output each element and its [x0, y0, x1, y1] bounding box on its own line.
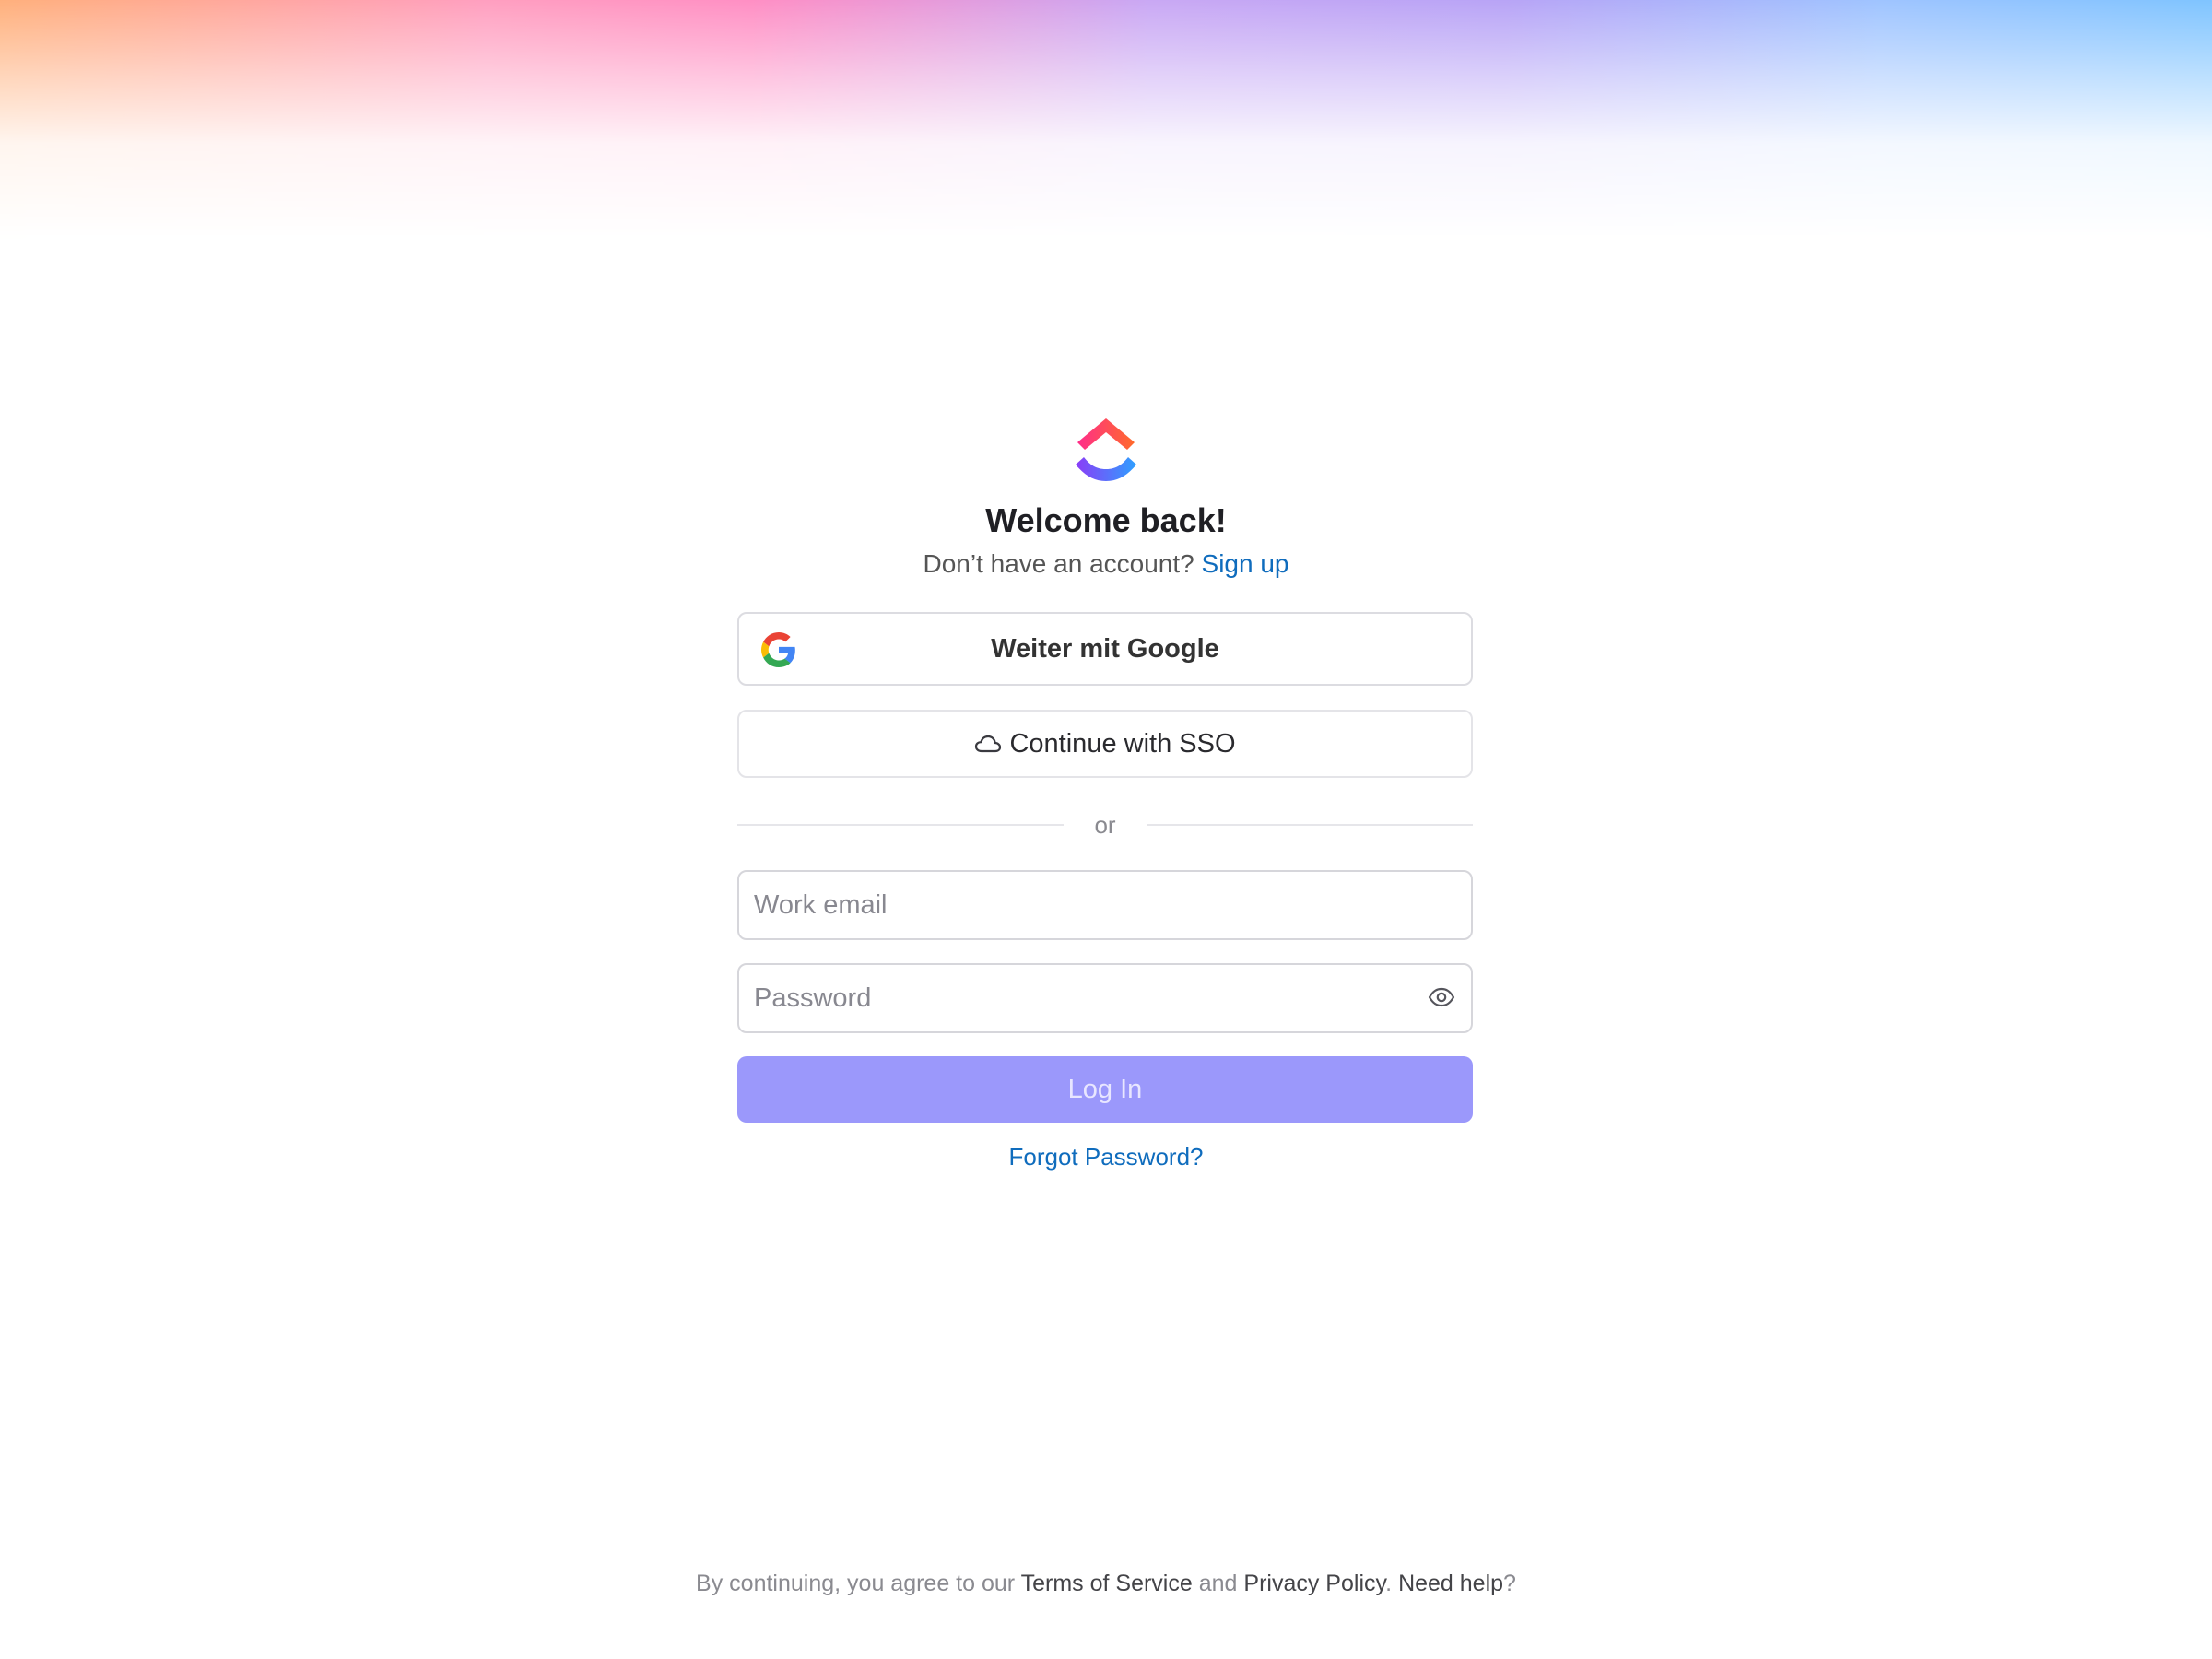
continue-with-sso-button[interactable]: Continue with SSO [737, 710, 1473, 778]
footer-help-suffix: ? [1503, 1571, 1516, 1596]
signup-prompt: Don’t have an account? Sign up [737, 549, 1475, 579]
password-input[interactable] [737, 963, 1473, 1033]
header-gradient-banner [0, 0, 2212, 240]
divider-line-left [737, 824, 1064, 826]
need-help-link[interactable]: Need help [1398, 1571, 1503, 1596]
divider-line-right [1147, 824, 1473, 826]
google-icon [761, 632, 795, 667]
sign-up-link[interactable]: Sign up [1202, 549, 1289, 578]
cloud-icon [975, 735, 1002, 753]
log-in-button[interactable]: Log In [737, 1056, 1473, 1123]
terms-of-service-link[interactable]: Terms of Service [1021, 1571, 1193, 1596]
login-page: Welcome back! Don’t have an account? Sig… [0, 0, 2212, 1659]
google-button-label: Weiter mit Google [991, 633, 1219, 664]
privacy-policy-link[interactable]: Privacy Policy [1243, 1571, 1385, 1596]
divider-or-text: or [1094, 811, 1116, 839]
page-title: Welcome back! [985, 501, 1227, 539]
forgot-password-link[interactable]: Forgot Password? [737, 1143, 1475, 1171]
legal-footer: By continuing, you agree to our Terms of… [0, 1571, 2212, 1597]
footer-prefix-text: By continuing, you agree to our [696, 1571, 1016, 1596]
sso-button-label: Continue with SSO [1009, 728, 1236, 759]
footer-period-text: . [1385, 1571, 1393, 1596]
continue-with-google-button[interactable]: Weiter mit Google [737, 612, 1473, 686]
work-email-input[interactable] [737, 870, 1473, 940]
clickup-logo-icon [1076, 418, 1136, 481]
footer-and-text: and [1198, 1571, 1238, 1596]
eye-icon[interactable] [1428, 985, 1455, 1009]
signup-prompt-text: Don’t have an account? [923, 549, 1194, 578]
